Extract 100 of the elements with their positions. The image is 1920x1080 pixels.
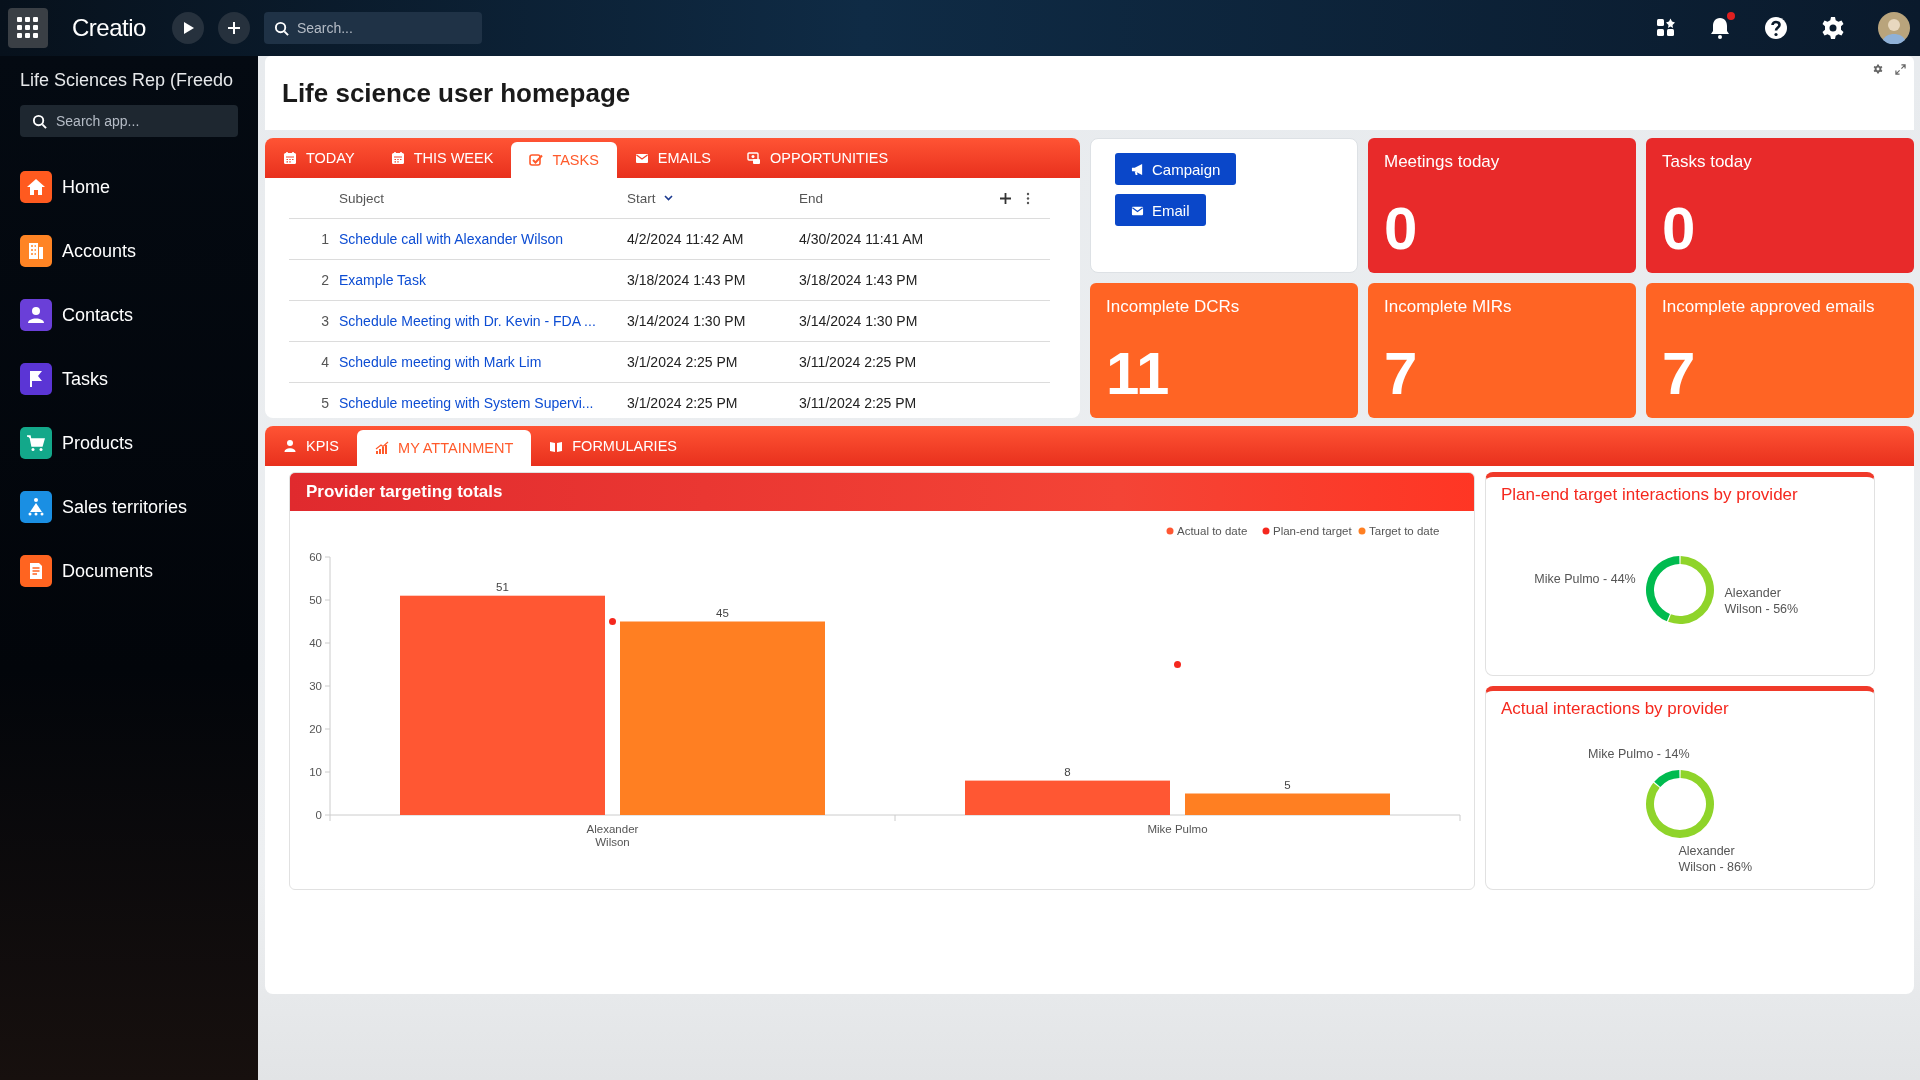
x-axis: Alexander Wilson Mike Pulmo — [329, 814, 1461, 848]
sidebar-item[interactable]: Home — [20, 171, 238, 203]
envelope-icon — [634, 151, 649, 165]
chart-title: Actual interactions by provider — [1500, 698, 1730, 719]
plus-icon[interactable] — [999, 191, 1012, 205]
notification-bell-icon[interactable] — [1709, 16, 1731, 40]
checkbox-icon — [529, 153, 544, 167]
search-field[interactable]: Search... — [263, 12, 482, 44]
person-icon — [283, 439, 297, 453]
tab[interactable]: EMAILS — [616, 138, 730, 178]
tab[interactable]: TODAY — [265, 138, 373, 178]
donut-slice — [1668, 556, 1714, 624]
sidebar-item[interactable]: Documents — [20, 555, 238, 587]
y-tick-label: 50 — [309, 594, 322, 606]
page-title: Life science user homepage — [282, 77, 631, 109]
calendar-icon — [283, 151, 297, 165]
table-cell-text: 3/18/2024 1:43 PM — [627, 272, 747, 288]
tab[interactable]: FORMULARIES — [531, 426, 695, 466]
row-number: 2 — [320, 272, 330, 288]
y-axis: 0 10 20 30 40 50 60 — [309, 551, 331, 821]
table-cell-text: 3/1/2024 2:25 PM — [627, 354, 739, 370]
task-link[interactable]: Schedule call with Alexander Wilson — [339, 231, 564, 247]
expand-icon[interactable] — [1895, 64, 1906, 75]
tab[interactable]: KPIS — [265, 426, 358, 466]
x-tick-label: Mike Pulmo — [1147, 823, 1208, 835]
data-label: 8 — [1064, 765, 1071, 778]
add-button[interactable] — [217, 12, 250, 44]
donut-slice — [1646, 556, 1680, 622]
tile-title: Incomplete approved emails — [1662, 297, 1876, 317]
row-number: 3 — [320, 313, 330, 329]
settings-icon[interactable] — [1821, 16, 1845, 40]
metric-tile[interactable]: Tasks today 0 — [1646, 138, 1914, 273]
legend-label: Target to date — [1369, 525, 1440, 537]
sidebar-item[interactable]: Contacts — [20, 299, 238, 331]
plus-icon — [226, 21, 241, 35]
data-label: 51 — [496, 580, 509, 593]
task-link[interactable]: Example Task — [339, 272, 426, 288]
y-tick-label: 60 — [309, 551, 322, 563]
tile-title: Meetings today — [1384, 152, 1501, 172]
run-button[interactable] — [171, 12, 204, 44]
sidebar-item[interactable]: Accounts — [20, 235, 238, 267]
data-label: 45 — [716, 606, 729, 619]
chart-title: Provider targeting totals — [290, 473, 1474, 511]
help-icon[interactable] — [1764, 16, 1788, 40]
table-cell-text: 4/30/2024 11:41 AM — [799, 231, 925, 247]
chart-title: Plan-end target interactions by provider — [1500, 484, 1799, 505]
row-number: 1 — [320, 231, 330, 247]
action-button[interactable]: Email — [1115, 194, 1206, 226]
avatar[interactable] — [1878, 12, 1910, 44]
tab[interactable]: THIS WEEK — [372, 138, 512, 178]
logo[interactable]: Creatio — [72, 14, 146, 42]
y-tick-label: 30 — [309, 680, 322, 692]
y-tick-label: 40 — [309, 637, 322, 649]
y-tick-label: 10 — [309, 766, 322, 778]
slice-label: Mike Pulmo - 14% — [1588, 747, 1690, 764]
money-icon — [747, 151, 762, 165]
task-link[interactable]: Schedule Meeting with Dr. Kevin - FDA ... — [339, 313, 596, 329]
tile-title: Tasks today — [1662, 152, 1753, 172]
apps-icon[interactable] — [1656, 18, 1676, 38]
x-tick-label: Alexander Wilson — [586, 823, 639, 848]
table-cell-text: 3/1/2024 2:25 PM — [627, 395, 739, 411]
column-header[interactable]: Start — [627, 190, 799, 206]
table-cell-text: 3/11/2024 2:25 PM — [799, 354, 918, 370]
tile-value: 11 — [1106, 344, 1171, 404]
column-header[interactable]: End — [799, 190, 999, 206]
task-link[interactable]: Schedule meeting with System Supervi... — [339, 395, 594, 411]
sort-chevron-icon — [663, 195, 673, 201]
slice-label: Mike Pulmo - 44% — [1534, 572, 1636, 588]
metric-tile[interactable]: Meetings today 0 — [1368, 138, 1636, 273]
app-menu-button[interactable] — [8, 8, 48, 48]
tile-value: 7 — [1662, 344, 1697, 404]
tile-title: Incomplete DCRs — [1106, 297, 1241, 317]
sidebar-item[interactable]: Sales territories — [20, 491, 238, 523]
tile-value: 0 — [1662, 199, 1697, 259]
tile-title: Incomplete MIRs — [1384, 297, 1513, 317]
row-number: 5 — [320, 395, 330, 411]
sidebar-item[interactable]: Tasks — [20, 363, 238, 395]
legend-label: Actual to date — [1177, 525, 1248, 537]
slice-label: Alexander Wilson - 86% — [1678, 844, 1753, 876]
tab[interactable]: OPPORTUNITIES — [729, 138, 907, 178]
data-label: 5 — [1284, 778, 1291, 791]
table-cell-text: 4/2/2024 11:42 AM — [627, 231, 745, 247]
table-cell-text: 3/14/2024 1:30 PM — [799, 313, 919, 329]
more-icon[interactable] — [1026, 191, 1030, 205]
action-button[interactable]: Campaign — [1115, 153, 1237, 185]
app-grid-icon — [17, 17, 39, 39]
y-tick-label: 20 — [309, 723, 322, 735]
table-cell-text: 3/11/2024 2:25 PM — [799, 395, 918, 411]
row-number: 4 — [320, 354, 330, 370]
tile-value: 0 — [1384, 199, 1419, 259]
sidebar-item[interactable]: Products — [20, 427, 238, 459]
column-header[interactable]: Subject — [339, 190, 627, 206]
bar-chart-icon — [375, 441, 390, 455]
target-point — [609, 618, 616, 625]
calendar-icon — [390, 151, 405, 165]
table-cell-text: 3/14/2024 1:30 PM — [627, 313, 747, 329]
target-point — [1174, 661, 1181, 668]
task-link[interactable]: Schedule meeting with Mark Lim — [339, 354, 542, 370]
workplace-title[interactable]: Life Sciences Rep (Freedo — [20, 70, 238, 91]
app-search-field[interactable]: Search app... — [20, 105, 238, 137]
